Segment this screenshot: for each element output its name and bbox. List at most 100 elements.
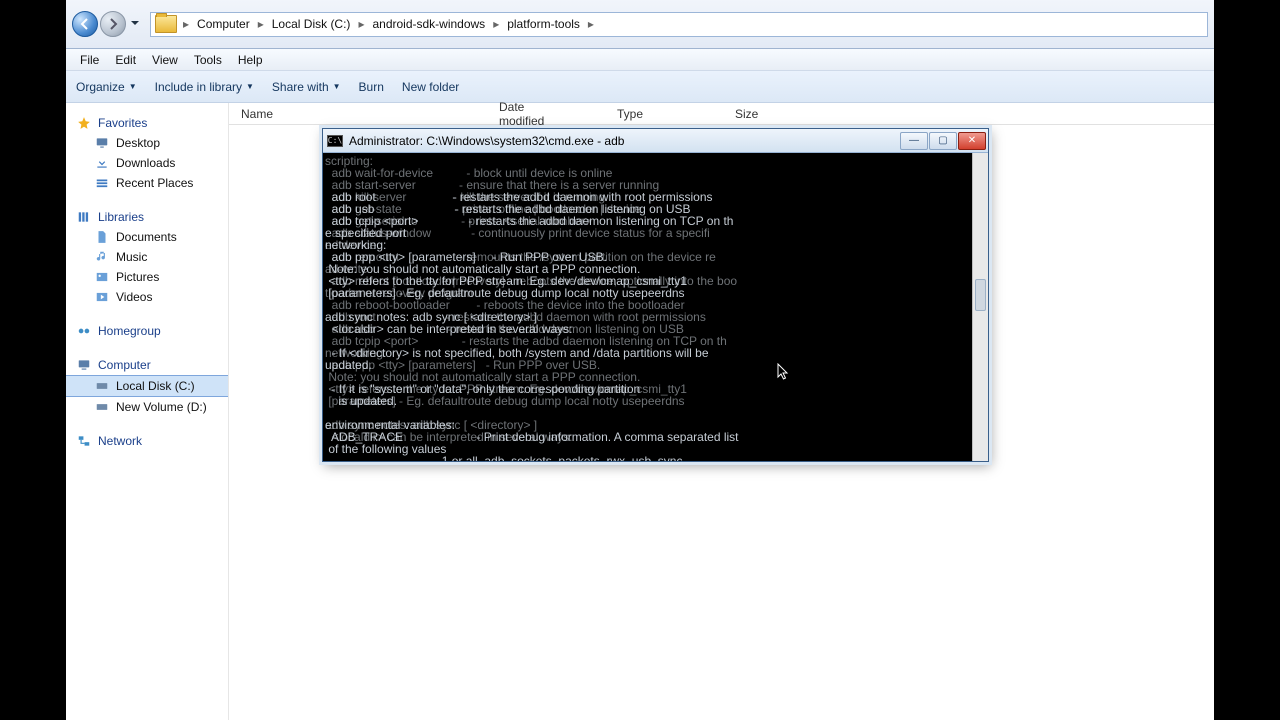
organize-button[interactable]: Organize ▼ xyxy=(76,80,137,94)
history-dropdown[interactable] xyxy=(130,17,144,31)
computer-label: Computer xyxy=(98,358,151,372)
breadcrumb-computer[interactable]: Computer xyxy=(191,17,256,31)
burn-button[interactable]: Burn xyxy=(359,80,384,94)
cmd-title-text: Administrator: C:\Windows\system32\cmd.e… xyxy=(349,134,894,148)
star-icon xyxy=(76,115,92,131)
videos-icon xyxy=(94,289,110,305)
sidebar-item-downloads[interactable]: Downloads xyxy=(66,153,228,173)
homegroup-icon xyxy=(76,323,92,339)
chevron-down-icon: ▼ xyxy=(333,82,341,91)
menu-tools[interactable]: Tools xyxy=(186,51,230,69)
chevron-right-icon[interactable]: ▸ xyxy=(586,17,596,31)
share-label: Share with xyxy=(272,80,329,94)
cmd-output[interactable]: scripting: adb wait-for-device - block u… xyxy=(323,153,988,461)
folder-icon xyxy=(155,15,177,33)
downloads-icon xyxy=(94,155,110,171)
sidebar-item-recent[interactable]: Recent Places xyxy=(66,173,228,193)
chevron-down-icon: ▼ xyxy=(129,82,137,91)
homegroup-group: Homegroup xyxy=(66,321,228,341)
col-date[interactable]: Date modified xyxy=(499,100,617,128)
chevron-right-icon[interactable]: ▸ xyxy=(181,17,191,31)
sidebar-label: Pictures xyxy=(116,270,159,284)
menu-file[interactable]: File xyxy=(72,51,107,69)
back-button[interactable] xyxy=(72,11,98,37)
organize-label: Organize xyxy=(76,80,125,94)
include-library-button[interactable]: Include in library ▼ xyxy=(155,80,254,94)
disk-icon xyxy=(94,399,110,415)
nav-sidebar: Favorites Desktop Downloads Recent Place… xyxy=(66,103,229,720)
sidebar-item-documents[interactable]: Documents xyxy=(66,227,228,247)
chevron-right-icon[interactable]: ▸ xyxy=(491,17,501,31)
computer-icon xyxy=(76,357,92,373)
menu-view[interactable]: View xyxy=(144,51,186,69)
address-bar: ▸ Computer ▸ Local Disk (C:) ▸ android-s… xyxy=(66,0,1214,49)
share-with-button[interactable]: Share with ▼ xyxy=(272,80,341,94)
explorer-window: ▸ Computer ▸ Local Disk (C:) ▸ android-s… xyxy=(66,0,1214,720)
libraries-label: Libraries xyxy=(98,210,144,224)
sidebar-label: Desktop xyxy=(116,136,160,150)
favorites-group: Favorites Desktop Downloads Recent Place… xyxy=(66,113,228,193)
sidebar-item-music[interactable]: Music xyxy=(66,247,228,267)
close-button[interactable]: ✕ xyxy=(958,132,986,150)
menu-edit[interactable]: Edit xyxy=(107,51,144,69)
favorites-header[interactable]: Favorites xyxy=(66,113,228,133)
pictures-icon xyxy=(94,269,110,285)
chevron-right-icon[interactable]: ▸ xyxy=(356,17,366,31)
column-headers: Name Date modified Type Size xyxy=(229,103,1214,125)
cmd-window[interactable]: C:\ Administrator: C:\Windows\system32\c… xyxy=(322,128,989,462)
menu-bar: File Edit View Tools Help xyxy=(66,49,1214,71)
chevron-down-icon: ▼ xyxy=(246,82,254,91)
minimize-button[interactable]: — xyxy=(900,132,928,150)
sidebar-label: Documents xyxy=(116,230,177,244)
sidebar-item-new-volume-d[interactable]: New Volume (D:) xyxy=(66,397,228,417)
sidebar-item-pictures[interactable]: Pictures xyxy=(66,267,228,287)
computer-header[interactable]: Computer xyxy=(66,355,228,375)
music-icon xyxy=(94,249,110,265)
maximize-button[interactable]: ▢ xyxy=(929,132,957,150)
libraries-icon xyxy=(76,209,92,225)
documents-icon xyxy=(94,229,110,245)
cmd-titlebar[interactable]: C:\ Administrator: C:\Windows\system32\c… xyxy=(323,129,988,153)
menu-help[interactable]: Help xyxy=(230,51,271,69)
sidebar-label: Videos xyxy=(116,290,152,304)
cmd-scrollbar[interactable] xyxy=(972,153,988,461)
include-label: Include in library xyxy=(155,80,242,94)
disk-icon xyxy=(94,378,110,394)
network-icon xyxy=(76,433,92,449)
sidebar-label: Downloads xyxy=(116,156,175,170)
col-type[interactable]: Type xyxy=(617,107,735,121)
scrollbar-thumb[interactable] xyxy=(975,279,986,311)
cmd-icon: C:\ xyxy=(327,135,343,147)
network-group: Network xyxy=(66,431,228,451)
forward-button[interactable] xyxy=(100,11,126,37)
sidebar-item-videos[interactable]: Videos xyxy=(66,287,228,307)
sidebar-item-desktop[interactable]: Desktop xyxy=(66,133,228,153)
sidebar-label: Music xyxy=(116,250,147,264)
breadcrumb-sdk[interactable]: android-sdk-windows xyxy=(366,17,491,31)
col-name[interactable]: Name xyxy=(241,107,499,121)
homegroup-header[interactable]: Homegroup xyxy=(66,321,228,341)
desktop-icon xyxy=(94,135,110,151)
network-label: Network xyxy=(98,434,142,448)
libraries-group: Libraries Documents Music Pictures Video… xyxy=(66,207,228,307)
chevron-right-icon[interactable]: ▸ xyxy=(256,17,266,31)
window-controls: — ▢ ✕ xyxy=(900,132,986,150)
breadcrumb-platform-tools[interactable]: platform-tools xyxy=(501,17,586,31)
toolbar: Organize ▼ Include in library ▼ Share with… xyxy=(66,71,1214,103)
col-size[interactable]: Size xyxy=(735,107,815,121)
new-folder-button[interactable]: New folder xyxy=(402,80,459,94)
sidebar-item-local-disk-c[interactable]: Local Disk (C:) xyxy=(66,375,228,397)
homegroup-label: Homegroup xyxy=(98,324,161,338)
network-header[interactable]: Network xyxy=(66,431,228,451)
libraries-header[interactable]: Libraries xyxy=(66,207,228,227)
computer-group: Computer Local Disk (C:) New Volume (D:) xyxy=(66,355,228,417)
cmd-output-text: adb root - restarts the adbd daemon with… xyxy=(325,191,972,461)
breadcrumb-bar[interactable]: ▸ Computer ▸ Local Disk (C:) ▸ android-s… xyxy=(150,12,1208,37)
breadcrumb-disk-c[interactable]: Local Disk (C:) xyxy=(266,17,357,31)
sidebar-label: New Volume (D:) xyxy=(116,400,207,414)
favorites-label: Favorites xyxy=(98,116,147,130)
sidebar-label: Local Disk (C:) xyxy=(116,379,195,393)
recent-icon xyxy=(94,175,110,191)
newfolder-label: New folder xyxy=(402,80,459,94)
sidebar-label: Recent Places xyxy=(116,176,193,190)
